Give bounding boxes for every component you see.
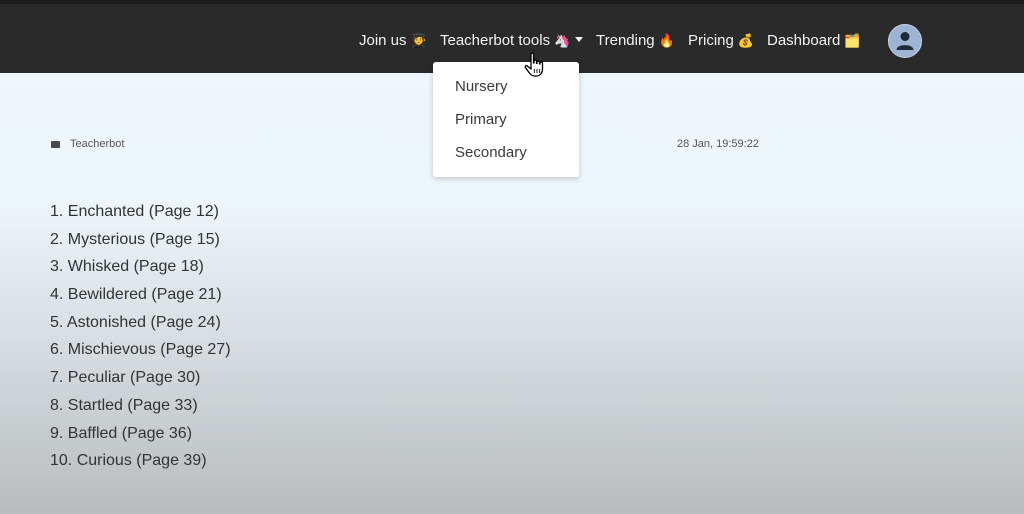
nav-trending[interactable]: Trending 🔥	[596, 31, 675, 51]
fire-emoji-icon: 🔥	[658, 33, 675, 48]
hand-pointer-icon	[524, 52, 546, 83]
message-timestamp: 28 Jan, 19:59:22	[677, 138, 759, 150]
user-avatar-button[interactable]	[888, 24, 922, 58]
nav-dashboard[interactable]: Dashboard 🗂️	[767, 31, 861, 51]
list-item: 4. Bewildered (Page 21)	[50, 286, 222, 304]
teacherbot-tools-dropdown: Nursery Primary Secondary	[433, 62, 579, 177]
caret-down-icon	[575, 37, 584, 42]
list-item: 9. Baffled (Page 36)	[50, 424, 193, 442]
nav-pricing[interactable]: Pricing 💰	[688, 31, 754, 51]
list-item: 1. Enchanted (Page 12)	[50, 203, 220, 220]
word-list: 1. Enchanted (Page 12) 2. Mysterious (Pa…	[50, 202, 231, 479]
user-avatar-icon	[896, 32, 914, 50]
unicorn-emoji-icon: 🦄	[554, 33, 571, 48]
dropdown-item-secondary[interactable]: Secondary	[455, 143, 527, 163]
folder-emoji-icon: 🗂️	[844, 33, 861, 48]
list-item: 3. Whisked (Page 18)	[50, 258, 204, 276]
list-item: 10. Curious (Page 39)	[50, 452, 207, 470]
student-emoji-icon: 🧑‍🎓	[410, 33, 427, 48]
message-icon	[51, 141, 60, 148]
nav-teacherbot-tools[interactable]: Teacherbot tools 🦄	[440, 31, 584, 51]
dropdown-item-nursery[interactable]: Nursery	[455, 77, 508, 97]
list-item: 6. Mischievous (Page 27)	[50, 341, 231, 359]
money-bag-emoji-icon: 💰	[737, 33, 755, 48]
list-item: 8. Startled (Page 33)	[50, 396, 198, 414]
message-author: Teacherbot	[70, 138, 125, 150]
nav-join-us[interactable]: Join us 🧑‍🎓	[359, 31, 427, 51]
list-item: 2. Mysterious (Page 15)	[50, 230, 220, 248]
dropdown-item-primary[interactable]: Primary	[455, 110, 507, 130]
list-item: 5. Astonished (Page 24)	[50, 313, 221, 331]
list-item: 7. Peculiar (Page 30)	[50, 369, 201, 387]
